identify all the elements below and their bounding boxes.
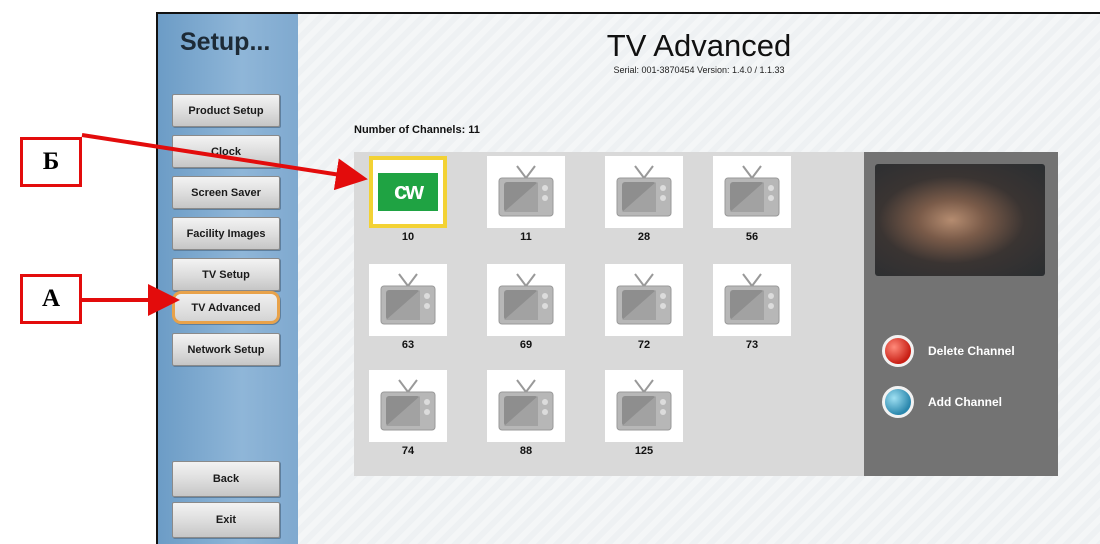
channel-thumbnail[interactable] xyxy=(487,264,565,336)
annotation-label-a: А xyxy=(20,274,82,324)
channel-thumbnail[interactable] xyxy=(487,156,565,228)
tv-icon xyxy=(724,165,780,217)
channel-tile[interactable]: 88 xyxy=(486,370,566,457)
tv-icon xyxy=(616,379,672,431)
channel-tile[interactable]: 74 xyxy=(368,370,448,457)
tv-icon xyxy=(498,379,554,431)
channel-tile[interactable]: 72 xyxy=(604,264,684,351)
channel-number: 10 xyxy=(401,231,415,243)
sidebar-item-clock[interactable]: Clock xyxy=(172,135,280,168)
channel-count-label: Number of Channels: 11 xyxy=(354,124,480,136)
sidebar-item-network-setup[interactable]: Network Setup xyxy=(172,333,280,366)
channel-number: 56 xyxy=(745,231,759,243)
delete-channel-label: Delete Channel xyxy=(928,344,1015,358)
channel-number: 11 xyxy=(520,231,532,243)
channel-thumbnail[interactable] xyxy=(605,156,683,228)
channel-number: 63 xyxy=(401,339,415,351)
channel-thumbnail[interactable] xyxy=(713,264,791,336)
sidebar-item-facility-images[interactable]: Facility Images xyxy=(172,217,280,250)
tv-icon xyxy=(380,379,436,431)
delete-channel-button[interactable] xyxy=(882,335,914,367)
sidebar-item-tv-setup[interactable]: TV Setup xyxy=(172,258,280,291)
add-channel-action[interactable]: Add Channel xyxy=(882,386,1002,418)
channel-thumbnail[interactable]: cw xyxy=(369,156,447,228)
channel-number: 88 xyxy=(519,445,533,457)
sidebar-item-screen-saver[interactable]: Screen Saver xyxy=(172,176,280,209)
sidebar-item-product-setup[interactable]: Product Setup xyxy=(172,94,280,127)
app-window: Setup... Product Setup Clock Screen Save… xyxy=(156,12,1100,544)
add-channel-label: Add Channel xyxy=(928,395,1002,409)
tv-icon xyxy=(498,165,554,217)
annotation-label-b: Б xyxy=(20,137,82,187)
exit-button[interactable]: Exit xyxy=(172,502,280,538)
channel-tile[interactable]: 28 xyxy=(604,156,684,243)
channel-number: 69 xyxy=(519,339,533,351)
tv-icon xyxy=(498,273,554,325)
channel-thumbnail[interactable] xyxy=(369,264,447,336)
channel-tile[interactable]: 56 xyxy=(712,156,792,243)
channel-thumbnail[interactable] xyxy=(713,156,791,228)
sidebar: Setup... Product Setup Clock Screen Save… xyxy=(158,14,298,544)
channel-thumbnail[interactable] xyxy=(369,370,447,442)
tv-icon xyxy=(724,273,780,325)
channel-thumbnail[interactable] xyxy=(605,370,683,442)
channel-number: 73 xyxy=(745,339,759,351)
channel-thumbnail[interactable] xyxy=(487,370,565,442)
channel-tile[interactable]: 69 xyxy=(486,264,566,351)
channel-tile[interactable]: 11 xyxy=(486,156,566,243)
back-button[interactable]: Back xyxy=(172,461,280,497)
page-title: TV Advanced xyxy=(606,28,792,63)
channel-preview-image xyxy=(875,164,1045,276)
serial-version-text: Serial: 001-3870454 Version: 1.4.0 / 1.1… xyxy=(613,65,785,75)
sidebar-item-tv-advanced[interactable]: TV Advanced xyxy=(172,291,280,324)
channel-number: 125 xyxy=(634,445,654,457)
channel-tile[interactable]: 63 xyxy=(368,264,448,351)
channel-number: 72 xyxy=(637,339,651,351)
channel-number: 28 xyxy=(637,231,651,243)
cw-logo-icon: cw xyxy=(378,173,438,211)
tv-icon xyxy=(616,273,672,325)
delete-channel-action[interactable]: Delete Channel xyxy=(882,335,1015,367)
channel-thumbnail[interactable] xyxy=(605,264,683,336)
channel-tile[interactable]: 73 xyxy=(712,264,792,351)
tv-icon xyxy=(616,165,672,217)
add-channel-button[interactable] xyxy=(882,386,914,418)
channel-tile[interactable]: 125 xyxy=(604,370,684,457)
tv-icon xyxy=(380,273,436,325)
channel-number: 74 xyxy=(401,445,415,457)
channel-tile[interactable]: cw 10 xyxy=(368,156,448,243)
